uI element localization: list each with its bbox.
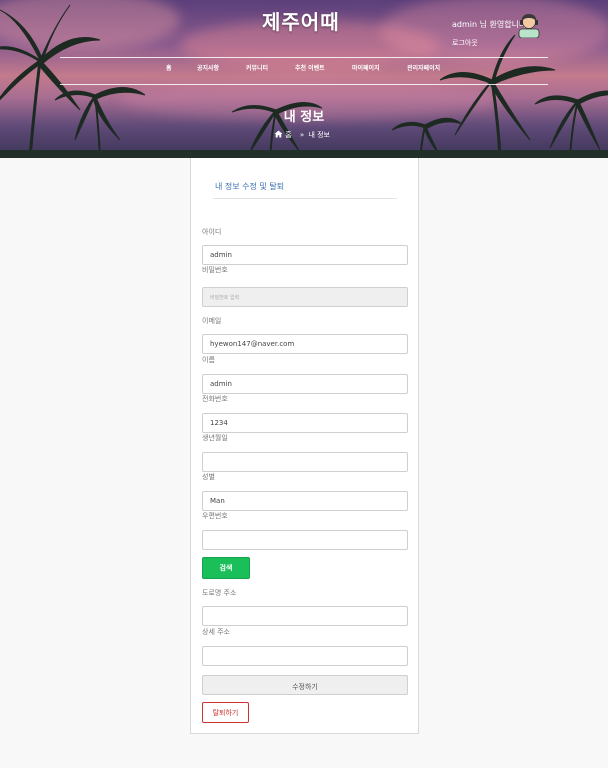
form-title: 내 정보 수정 및 탈퇴 bbox=[215, 182, 285, 191]
home-icon[interactable] bbox=[274, 130, 283, 138]
nav-item-event[interactable]: 추천 이벤트 bbox=[295, 63, 325, 72]
phone-field[interactable]: 1234 bbox=[202, 413, 408, 433]
title-divider bbox=[213, 198, 397, 199]
breadcrumb: 홈 » 내 정보 bbox=[274, 130, 330, 140]
breadcrumb-separator-icon: » bbox=[299, 131, 305, 139]
logout-link[interactable]: 로그아웃 bbox=[452, 38, 478, 48]
password-label: 비밀번호 bbox=[202, 266, 228, 274]
email-label: 이메일 bbox=[202, 317, 222, 325]
id-label: 아이디 bbox=[202, 228, 222, 236]
hero-banner: 제주어때 admin 님 환영합니다 로그아웃 홈 공지사항 커뮤니티 추천 이… bbox=[0, 0, 608, 158]
nav-item-admin[interactable]: 관리자페이지 bbox=[407, 63, 440, 72]
profile-edit-card: 내 정보 수정 및 탈퇴 아이디 admin 비밀번호 비밀번호 입력 이메일 … bbox=[190, 158, 419, 734]
nav-divider-bottom bbox=[60, 84, 548, 85]
id-field[interactable]: admin bbox=[202, 245, 408, 265]
update-button[interactable]: 수정하기 bbox=[202, 675, 408, 695]
phone-label: 전화번호 bbox=[202, 395, 228, 403]
gender-field[interactable]: Man bbox=[202, 491, 408, 511]
name-field[interactable]: admin bbox=[202, 374, 408, 394]
birth-label: 생년월일 bbox=[202, 434, 228, 442]
email-field[interactable]: hyewon147@naver.com bbox=[202, 334, 408, 354]
detail-address-label: 상세 주소 bbox=[202, 628, 230, 636]
name-label: 이름 bbox=[202, 356, 215, 364]
password-field[interactable]: 비밀번호 입력 bbox=[202, 287, 408, 307]
postcode-label: 우편번호 bbox=[202, 512, 228, 520]
birth-field[interactable] bbox=[202, 452, 408, 472]
detail-address-field[interactable] bbox=[202, 646, 408, 666]
main-nav: 홈 공지사항 커뮤니티 추천 이벤트 마이페이지 관리자페이지 bbox=[60, 63, 548, 77]
welcome-message: admin 님 환영합니다 bbox=[452, 20, 527, 29]
road-address-field[interactable] bbox=[202, 606, 408, 626]
withdraw-button[interactable]: 탈퇴하기 bbox=[202, 702, 249, 723]
nav-divider-top bbox=[60, 57, 548, 58]
breadcrumb-home[interactable]: 홈 bbox=[285, 131, 291, 139]
postcode-field[interactable] bbox=[202, 530, 408, 550]
page-title: 내 정보 bbox=[283, 110, 325, 125]
site-logo[interactable]: 제주어때 bbox=[262, 6, 340, 35]
nav-item-notice[interactable]: 공지사항 bbox=[197, 63, 219, 72]
user-avatar-icon[interactable] bbox=[517, 12, 541, 38]
gender-label: 성별 bbox=[202, 473, 215, 481]
breadcrumb-current: 내 정보 bbox=[308, 131, 330, 139]
nav-item-mypage[interactable]: 마이페이지 bbox=[352, 63, 380, 72]
nav-item-home[interactable]: 홈 bbox=[166, 63, 172, 72]
road-address-label: 도로명 주소 bbox=[202, 589, 237, 597]
address-search-button[interactable]: 검색 bbox=[202, 557, 250, 579]
nav-item-community[interactable]: 커뮤니티 bbox=[246, 63, 268, 72]
